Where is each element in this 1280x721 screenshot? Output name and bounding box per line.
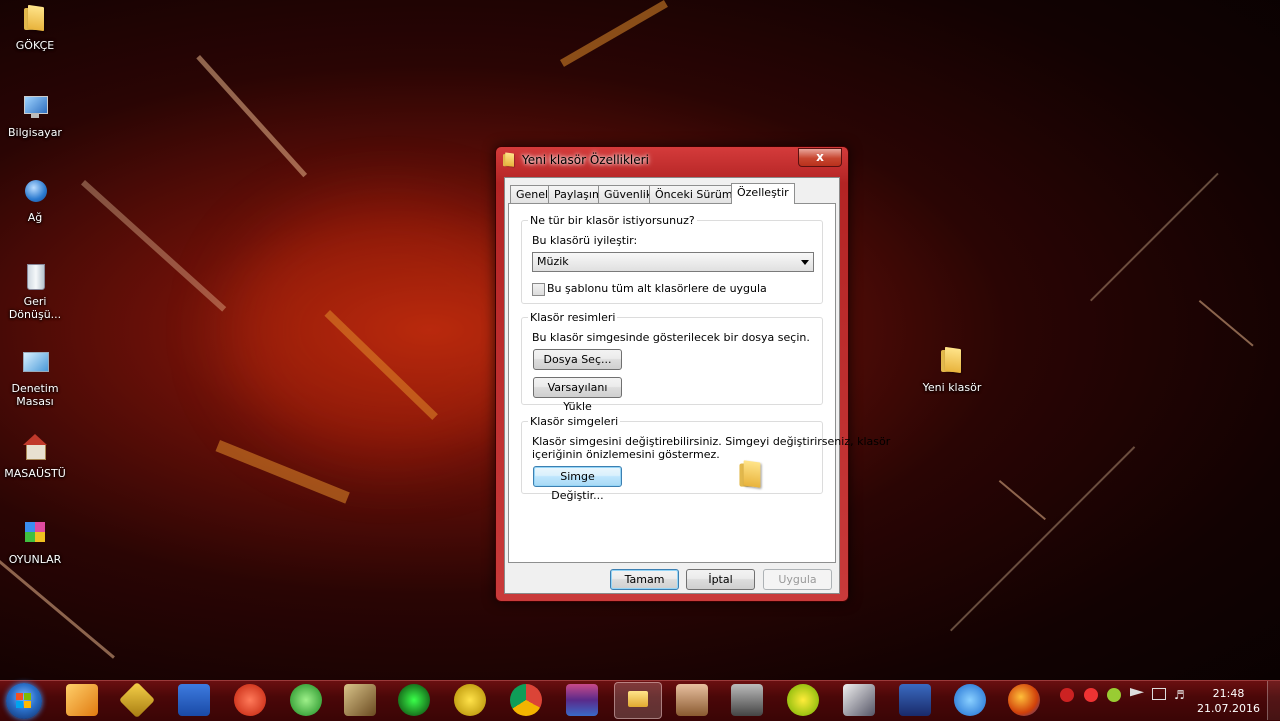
start-button[interactable] — [6, 683, 42, 719]
group-legend: Klasör resimleri — [528, 311, 618, 324]
folder-icon — [739, 460, 762, 488]
volume-icon[interactable]: ♬ — [1174, 688, 1188, 702]
dialog-titlebar[interactable]: Yeni klasör Özellikleri x — [496, 147, 848, 173]
graphics-icon[interactable] — [843, 684, 875, 716]
razer-icon[interactable] — [398, 684, 430, 716]
folder-pictures-group: Klasör resimleri Bu klasör simgesinde gö… — [521, 311, 823, 413]
folder-icons-desc-line2: içeriğinin önizlemesini göstermez. — [532, 448, 720, 461]
cancel-button[interactable]: İptal — [686, 569, 755, 590]
taskbar-clock[interactable]: 21:48 21.07.2016 — [1197, 686, 1260, 716]
optimize-label: Bu klasörü iyileştir: — [532, 234, 638, 247]
show-desktop-button[interactable] — [1267, 681, 1280, 720]
dialog-title: Yeni klasör Özellikleri — [522, 153, 649, 167]
desktop-icon-label: Bilgisayar — [8, 126, 62, 139]
clock-time: 21:48 — [1212, 687, 1245, 700]
folder-type-group: Ne tür bir klasör istiyorsunuz? Bu klasö… — [521, 214, 823, 304]
desktop-icon-label: Ağ — [27, 211, 43, 224]
tab-customize[interactable]: Özelleştir — [731, 183, 795, 204]
clock-date: 21.07.2016 — [1197, 702, 1260, 715]
apply-subfolders-checkbox[interactable] — [532, 283, 545, 296]
triangle-app-icon[interactable] — [454, 684, 486, 716]
folder-icon — [937, 346, 967, 378]
desktop-icon-recycle-bin[interactable]: Geri Dönüşü... — [1, 262, 69, 321]
windows-logo-icon — [16, 693, 32, 709]
no-entry-icon[interactable] — [234, 684, 266, 716]
desktop-icon-control-panel[interactable]: Denetim Masası — [1, 349, 69, 408]
media-player-icon[interactable] — [66, 684, 98, 716]
selected-value: Müzik — [537, 255, 569, 268]
truck-game-icon[interactable] — [731, 684, 763, 716]
folder-icons-group: Klasör simgeleri Klasör simgesini değişt… — [521, 415, 890, 502]
folder-user-icon — [20, 4, 50, 36]
network-tray-icon[interactable] — [1152, 688, 1166, 700]
desktop-icon-label: Yeni klasör — [922, 381, 982, 394]
word-icon[interactable] — [178, 684, 210, 716]
computer-icon — [20, 93, 50, 123]
desktop-icon-label: Geri Dönüşü... — [8, 295, 62, 321]
recycle-bin-icon — [20, 262, 50, 292]
desktop-icon-masaustu[interactable]: MASAÜSTÜ — [1, 434, 69, 480]
wallpaper-stripe — [196, 55, 308, 178]
dialog-client: Genel Paylaşım Güvenlik Önceki Sürümler … — [504, 177, 890, 594]
change-icon-button[interactable]: Simge Değiştir... — [533, 466, 622, 502]
plus-app-icon[interactable] — [787, 684, 819, 716]
avatar-game-icon[interactable] — [676, 684, 708, 716]
wallpaper-stripe — [0, 560, 115, 659]
ok-button[interactable]: Tamam — [610, 569, 679, 590]
tray-green-icon[interactable] — [1107, 688, 1121, 702]
customize-panel: Ne tür bir klasör istiyorsunuz? Bu klasö… — [508, 203, 890, 563]
wallpaper-stripe — [1090, 172, 1219, 302]
tray-record-icon[interactable] — [1060, 688, 1074, 702]
wallpaper-stripe — [998, 480, 1046, 521]
folder-pictures-desc: Bu klasör simgesinde gösterilecek bir do… — [532, 331, 810, 344]
powershell-icon[interactable] — [899, 684, 931, 716]
group-legend: Klasör simgeleri — [528, 415, 621, 428]
desktop-icon-label: Denetim Masası — [11, 382, 59, 408]
folder-type-select[interactable]: Müzik — [532, 252, 814, 272]
home-network-icon — [20, 434, 50, 464]
wallpaper-stripe — [1198, 300, 1254, 347]
network-icon — [20, 178, 50, 208]
apply-subfolders-label[interactable]: Bu şablonu tüm alt klasörlere de uygula — [547, 282, 767, 295]
chevron-down-icon — [801, 260, 809, 265]
winrar-icon[interactable] — [566, 684, 598, 716]
chrome-icon[interactable] — [510, 684, 542, 716]
apply-button[interactable]: Uygula — [763, 569, 832, 590]
desktop-icon-label: OYUNLAR — [8, 553, 62, 566]
desktop-icon-label: GÖKÇE — [15, 39, 55, 52]
group-legend: Ne tür bir klasör istiyorsunuz? — [528, 214, 697, 227]
desktop-icon-new-folder[interactable]: Yeni klasör — [918, 346, 986, 394]
desktop-icon-label: MASAÜSTÜ — [4, 467, 66, 480]
properties-dialog: Yeni klasör Özellikleri x Genel Paylaşım… — [495, 146, 890, 602]
close-button[interactable]: x — [798, 148, 842, 167]
green-app-icon[interactable] — [290, 684, 322, 716]
explorer-icon[interactable] — [614, 682, 662, 719]
ie-icon[interactable] — [954, 684, 986, 716]
w-game-icon[interactable] — [344, 684, 376, 716]
desktop-icon-games[interactable]: OYUNLAR — [1, 520, 69, 566]
folder-icon — [503, 152, 515, 167]
control-panel-icon — [20, 349, 50, 379]
firefox-icon[interactable] — [1008, 684, 1040, 716]
choose-file-button[interactable]: Dosya Seç... — [533, 349, 622, 370]
desktop-icon-gokce[interactable]: GÖKÇE — [1, 4, 69, 52]
wallpaper-stripe — [950, 446, 1136, 632]
wallpaper-stripe — [560, 0, 668, 67]
tray-stop-icon[interactable] — [1084, 688, 1098, 702]
games-icon — [20, 520, 50, 550]
desktop-icon-network[interactable]: Ağ — [1, 178, 69, 224]
restore-default-button[interactable]: Varsayılanı Yükle — [533, 377, 622, 413]
folder-icons-desc-line1: Klasör simgesini değiştirebilirsiniz. Si… — [532, 435, 891, 448]
wallpaper-stripe — [80, 180, 227, 312]
desktop-icon-computer[interactable]: Bilgisayar — [1, 93, 69, 139]
